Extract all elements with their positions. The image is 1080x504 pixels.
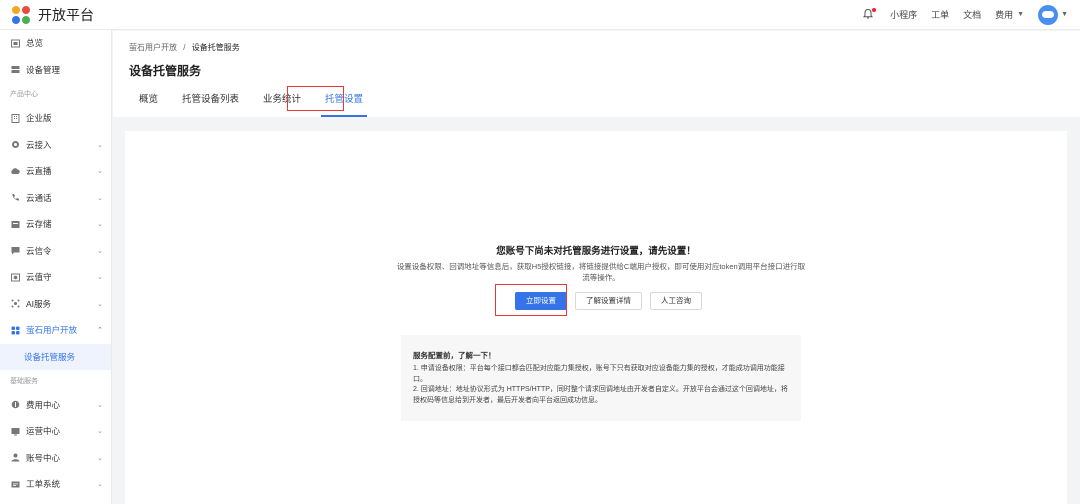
sidebar-item-label: 费用中心: [26, 399, 61, 410]
sidebar-item-label: 云值守: [26, 272, 52, 283]
storage-icon: [10, 219, 20, 229]
sidebar-item-label: 企业版: [26, 113, 52, 124]
device-list-icon: [10, 65, 20, 75]
breadcrumb-parent[interactable]: 萤石用户开放: [129, 43, 177, 52]
chevron-down-icon: ⌄: [97, 221, 103, 229]
ticket-link[interactable]: 工单: [931, 8, 949, 21]
user-avatar[interactable]: [1038, 4, 1059, 25]
dashboard-icon: [10, 38, 20, 48]
chevron-down-icon: ⌄: [97, 428, 103, 436]
sidebar-subitem-device-hosting[interactable]: 设备托管服务: [0, 343, 111, 370]
sidebar-subitem-label: 设备托管服务: [24, 351, 76, 362]
top-nav: 小程序 工单 文档 费用 ▼ ▼: [848, 0, 1080, 30]
sidebar-item-billing-center[interactable]: 费用中心 ⌄: [0, 392, 111, 419]
chevron-up-icon: ⌃: [97, 327, 103, 335]
sidebar-item-cloud-signaling[interactable]: 云信令 ⌄: [0, 238, 111, 265]
page-title: 设备托管服务: [129, 64, 202, 78]
sidebar: 总览 设备管理 产品中心 企业版 云接入 ⌄ 云直播 ⌄ 云通话 ⌄ 云存储 ⌄…: [0, 30, 112, 504]
tips-line: 2. 回调地址：地址协议形式为 HTTPS/HTTP，同时整个请求回调地址由开发…: [413, 386, 788, 404]
empty-state-description: 设置设备权限、回调地址等信息后，获取H5授权链接，将链接提供给C端用户授权，即可…: [396, 262, 806, 282]
manual-consult-button[interactable]: 人工咨询: [650, 292, 702, 310]
coin-icon: [10, 400, 20, 410]
billing-menu[interactable]: 费用 ▼: [995, 8, 1024, 21]
chevron-down-icon: ⌄: [97, 300, 103, 308]
breadcrumb-separator: /: [183, 43, 186, 52]
sidebar-item-label: 云通话: [26, 192, 52, 203]
tab-highlight-box: [287, 86, 344, 111]
sidebar-item-ticket-system[interactable]: 工单系统 ⌄: [0, 471, 111, 498]
sidebar-item-enterprise[interactable]: 企业版: [0, 105, 111, 132]
sidebar-item-account-center[interactable]: 账号中心 ⌄: [0, 445, 111, 472]
learn-details-button[interactable]: 了解设置详情: [575, 292, 642, 310]
sidebar-item-label: AI服务: [26, 298, 52, 309]
sidebar-item-label: 云信令: [26, 245, 52, 256]
chevron-down-icon: ⌄: [97, 168, 103, 176]
chevron-down-icon: ⌄: [97, 274, 103, 282]
phone-icon: [10, 193, 20, 203]
grid-icon: [10, 325, 20, 335]
tab-overview[interactable]: 概览: [127, 89, 170, 111]
cloud-access-icon: [10, 140, 20, 150]
chevron-down-icon: ⌄: [97, 454, 103, 462]
sidebar-item-cloud-call[interactable]: 云通话 ⌄: [0, 185, 111, 212]
sidebar-item-label: 设备管理: [26, 64, 61, 75]
logo-mark-icon: [10, 4, 32, 26]
avatar-caret-icon[interactable]: ▼: [1061, 11, 1068, 18]
page-header: 萤石用户开放 / 设备托管服务 设备托管服务 概览 托管设备列表 业务统计 托管…: [113, 31, 1080, 117]
sidebar-item-ys-open[interactable]: 萤石用户开放 ⌃: [0, 317, 111, 344]
sidebar-item-label: 总览: [26, 38, 44, 49]
breadcrumb-current: 设备托管服务: [191, 43, 240, 52]
notification-bell[interactable]: [862, 7, 877, 22]
ticket-icon: [10, 479, 20, 489]
cloud-live-icon: [10, 166, 20, 176]
tips-heading: 服务配置前，了解一下！: [413, 351, 496, 360]
ai-icon: [10, 299, 20, 309]
chevron-down-icon: ⌄: [97, 247, 103, 255]
chevron-down-icon: ⌄: [97, 481, 103, 489]
sidebar-item-label: 工单系统: [26, 479, 61, 490]
sidebar-item-ai-service[interactable]: AI服务 ⌄: [0, 291, 111, 318]
sidebar-item-device-management[interactable]: 设备管理: [0, 57, 111, 84]
breadcrumb: 萤石用户开放 / 设备托管服务: [129, 42, 240, 53]
sidebar-item-overview[interactable]: 总览: [0, 30, 111, 57]
sidebar-item-operations-center[interactable]: 运营中心 ⌄: [0, 418, 111, 445]
sidebar-item-cloud-guard[interactable]: 云值守 ⌄: [0, 264, 111, 291]
empty-state-title: 您账号下尚未对托管服务进行设置，请先设置！: [496, 246, 696, 257]
chevron-down-icon: ⌄: [97, 141, 103, 149]
chevron-down-icon: ⌄: [97, 194, 103, 202]
sidebar-item-label: 萤石用户开放: [26, 325, 78, 336]
sidebar-item-label: 运营中心: [26, 426, 61, 437]
building-icon: [10, 113, 20, 123]
chevron-down-icon: ⌄: [97, 401, 103, 409]
camera-icon: [10, 272, 20, 282]
message-icon: [10, 246, 20, 256]
caret-down-icon: ▼: [1017, 11, 1025, 18]
user-icon: [10, 453, 20, 463]
app-name: 开放平台: [38, 6, 94, 23]
bell-icon: [862, 7, 877, 22]
sidebar-item-label: 云接入: [26, 139, 52, 150]
sidebar-item-label: 账号中心: [26, 452, 61, 463]
sidebar-section-product: 产品中心: [10, 91, 38, 98]
tips-line: 1. 申请设备权限：平台每个接口都会匹配对应能力集授权，账号下只有获取对应设备能…: [413, 365, 785, 383]
mini-program-link[interactable]: 小程序: [890, 8, 917, 21]
docs-link[interactable]: 文档: [963, 8, 981, 21]
sidebar-item-cloud-access[interactable]: 云接入 ⌄: [0, 132, 111, 159]
operations-icon: [10, 426, 20, 436]
sidebar-item-cloud-live[interactable]: 云直播 ⌄: [0, 158, 111, 185]
logo[interactable]: 开放平台: [10, 4, 94, 26]
sidebar-item-label: 云存储: [26, 219, 52, 230]
sidebar-section-basic: 基础服务: [10, 377, 38, 385]
sidebar-item-cloud-storage[interactable]: 云存储 ⌄: [0, 211, 111, 238]
tab-hosted-devices[interactable]: 托管设备列表: [170, 89, 251, 111]
top-bar: 开放平台 小程序 工单 文档 费用 ▼ ▼: [0, 0, 1080, 30]
sidebar-item-label: 云直播: [26, 166, 52, 177]
settings-card: 您账号下尚未对托管服务进行设置，请先设置！ 设置设备权限、回调地址等信息后，获取…: [125, 131, 1067, 504]
button-highlight-box: [495, 284, 567, 316]
tips-panel: 服务配置前，了解一下！ 1. 申请设备权限：平台每个接口都会匹配对应能力集授权，…: [401, 335, 801, 421]
billing-label: 费用: [995, 10, 1014, 20]
